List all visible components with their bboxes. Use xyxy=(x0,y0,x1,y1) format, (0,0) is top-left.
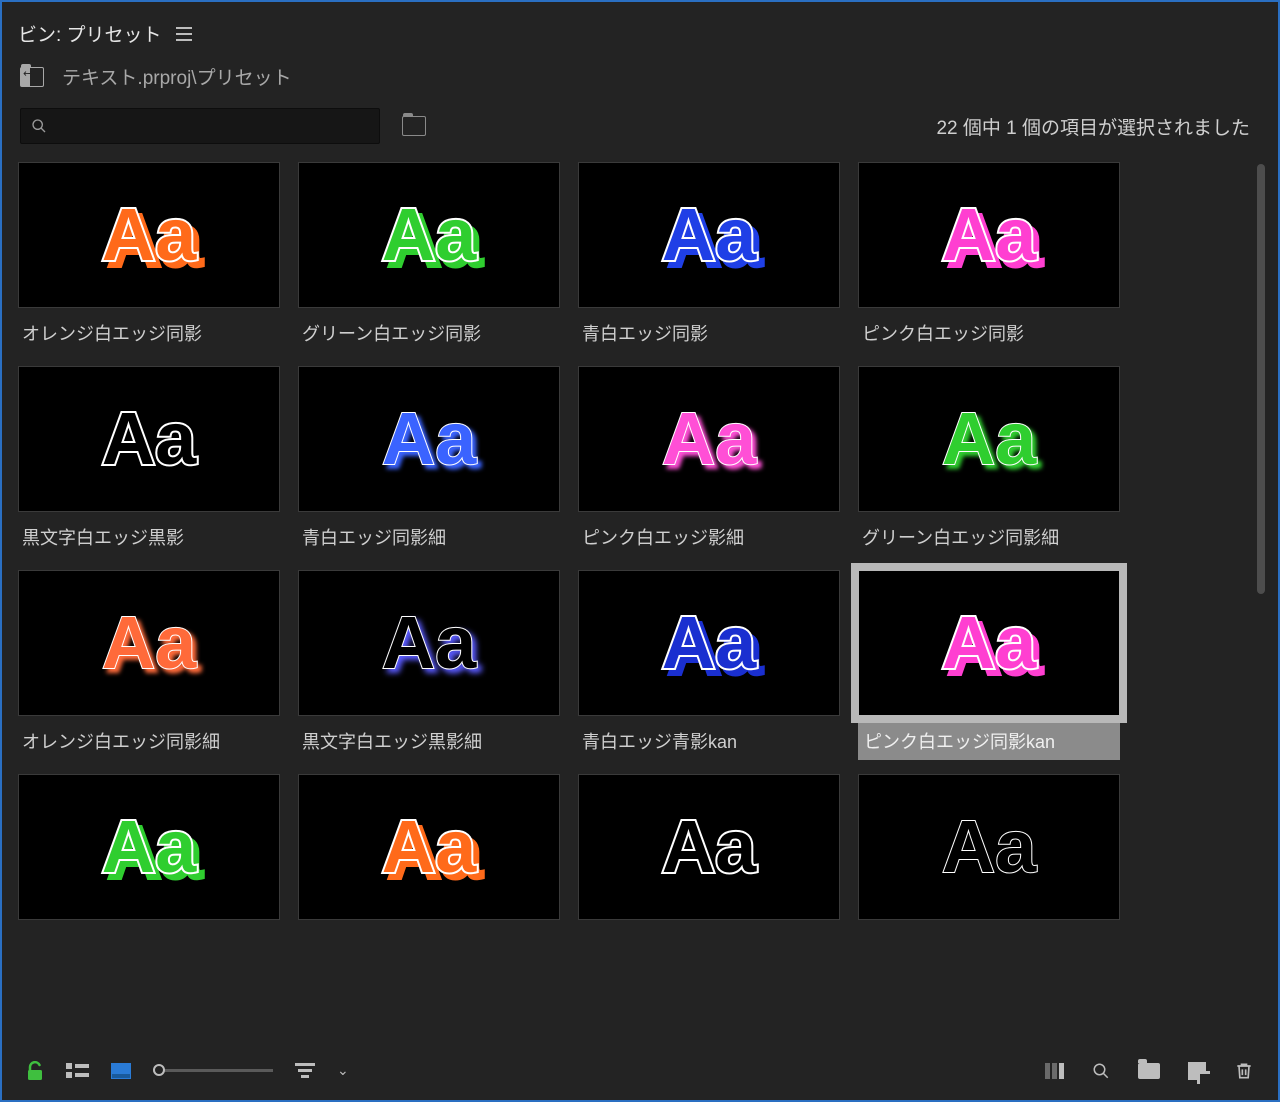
preset-label: 青白エッジ青影kan xyxy=(578,716,840,760)
preset-label: 青白エッジ同影細 xyxy=(298,512,560,556)
preset-preview-text: Aa xyxy=(942,198,1037,272)
preset-item[interactable]: Aa オレンジ白エッジ同影 xyxy=(18,162,280,352)
preset-item[interactable]: Aa ピンク白エッジ同影kan xyxy=(858,570,1120,760)
preset-item[interactable]: Aa xyxy=(298,774,560,938)
preset-item[interactable]: Aa 青白エッジ同影 xyxy=(578,162,840,352)
preset-thumbnail[interactable]: Aa xyxy=(18,570,280,716)
preset-preview-text: Aa xyxy=(382,402,477,476)
preset-thumbnail[interactable]: Aa xyxy=(858,162,1120,308)
preset-preview-text: Aa xyxy=(662,402,757,476)
selection-status: 22 個中 1 個の項目が選択されました xyxy=(936,113,1260,140)
preset-item[interactable]: Aa ピンク白エッジ同影 xyxy=(858,162,1120,352)
preset-item[interactable]: Aa 黒文字白エッジ黒影細 xyxy=(298,570,560,760)
preset-label: グリーン白エッジ同影細 xyxy=(858,512,1120,556)
preset-preview-text: Aa xyxy=(662,198,757,272)
preset-thumbnail[interactable]: Aa xyxy=(578,162,840,308)
preset-thumbnail[interactable]: Aa xyxy=(298,570,560,716)
breadcrumb-row: テキスト.prproj\プリセット xyxy=(6,63,1274,104)
preset-thumbnail[interactable]: Aa xyxy=(858,570,1120,716)
preset-preview-text: Aa xyxy=(382,198,477,272)
preset-label xyxy=(298,920,560,938)
preset-label: ピンク白エッジ同影 xyxy=(858,308,1120,352)
list-view-icon[interactable] xyxy=(66,1063,89,1078)
grid-wrap: Aa オレンジ白エッジ同影 Aa グリーン白エッジ同影 Aa 青白エッジ同影 Aa ピンク白エ… xyxy=(6,158,1274,1040)
trash-icon[interactable] xyxy=(1234,1060,1254,1082)
toolbar-row: 22 個中 1 個の項目が選択されました xyxy=(6,104,1274,158)
zoom-track[interactable] xyxy=(153,1069,273,1072)
panel-title: ビン: プリセット xyxy=(18,20,162,47)
preset-preview-text: Aa xyxy=(102,810,197,884)
preset-thumbnail[interactable]: Aa xyxy=(298,366,560,512)
preset-item[interactable]: Aa 青白エッジ青影kan xyxy=(578,570,840,760)
preset-label: ピンク白エッジ影細 xyxy=(578,512,840,556)
panel-menu-icon[interactable] xyxy=(176,27,192,41)
preset-label xyxy=(578,920,840,938)
preset-thumbnail[interactable]: Aa xyxy=(578,774,840,920)
preset-preview-text: Aa xyxy=(102,198,197,272)
preset-label: オレンジ白エッジ同影細 xyxy=(18,716,280,760)
new-folder-icon[interactable] xyxy=(1138,1063,1160,1079)
icon-view-icon[interactable] xyxy=(111,1063,131,1079)
preset-item[interactable]: Aa xyxy=(578,774,840,938)
preset-item[interactable]: Aa グリーン白エッジ同影 xyxy=(298,162,560,352)
parent-bin-icon[interactable] xyxy=(20,67,44,87)
new-bin-icon[interactable] xyxy=(402,116,426,136)
preset-thumbnail[interactable]: Aa xyxy=(18,366,280,512)
preset-label: 青白エッジ同影 xyxy=(578,308,840,352)
freeform-view-icon[interactable] xyxy=(1045,1063,1064,1079)
preset-item[interactable]: Aa グリーン白エッジ同影細 xyxy=(858,366,1120,556)
preset-preview-text: Aa xyxy=(942,402,1037,476)
preset-preview-text: Aa xyxy=(942,606,1037,680)
preset-item[interactable]: Aa 青白エッジ同影細 xyxy=(298,366,560,556)
zoom-knob[interactable] xyxy=(153,1064,165,1076)
preset-thumbnail[interactable]: Aa xyxy=(298,162,560,308)
lock-icon[interactable] xyxy=(26,1061,44,1081)
preset-thumbnail[interactable]: Aa xyxy=(18,774,280,920)
search-input[interactable] xyxy=(55,118,369,135)
new-item-icon[interactable] xyxy=(1188,1062,1206,1080)
preset-item[interactable]: Aa xyxy=(18,774,280,938)
scrollbar[interactable] xyxy=(1256,162,1266,691)
preset-item[interactable]: Aa 黒文字白エッジ黒影 xyxy=(18,366,280,556)
preset-thumbnail[interactable]: Aa xyxy=(858,774,1120,920)
preset-preview-text: Aa xyxy=(662,606,757,680)
search-icon xyxy=(31,118,47,134)
bin-panel: ビン: プリセット テキスト.prproj\プリセット 22 個中 1 個の項目… xyxy=(2,2,1278,1100)
preset-preview-text: Aa xyxy=(382,606,477,680)
preset-label xyxy=(18,920,280,938)
preset-label: ピンク白エッジ同影kan xyxy=(858,716,1120,760)
preset-thumbnail[interactable]: Aa xyxy=(298,774,560,920)
find-icon[interactable] xyxy=(1092,1062,1110,1080)
zoom-slider[interactable] xyxy=(153,1069,273,1072)
preset-item[interactable]: Aa ピンク白エッジ影細 xyxy=(578,366,840,556)
breadcrumb: テキスト.prproj\プリセット xyxy=(62,63,292,90)
footer-toolbar: ⌄ xyxy=(6,1040,1274,1100)
preset-preview-text: Aa xyxy=(942,810,1037,884)
preset-label xyxy=(858,920,1120,938)
preset-label: 黒文字白エッジ黒影細 xyxy=(298,716,560,760)
preset-label: 黒文字白エッジ黒影 xyxy=(18,512,280,556)
preset-label: グリーン白エッジ同影 xyxy=(298,308,560,352)
panel-header: ビン: プリセット xyxy=(6,6,1274,63)
preset-preview-text: Aa xyxy=(382,810,477,884)
preset-thumbnail[interactable]: Aa xyxy=(858,366,1120,512)
preset-preview-text: Aa xyxy=(662,810,757,884)
sort-icon[interactable] xyxy=(295,1063,315,1078)
preset-item[interactable]: Aa xyxy=(858,774,1120,938)
preset-thumbnail[interactable]: Aa xyxy=(18,162,280,308)
chevron-down-icon[interactable]: ⌄ xyxy=(337,1062,349,1079)
preset-preview-text: Aa xyxy=(102,402,197,476)
search-input-wrap[interactable] xyxy=(20,108,380,144)
preset-thumbnail[interactable]: Aa xyxy=(578,570,840,716)
preset-grid: Aa オレンジ白エッジ同影 Aa グリーン白エッジ同影 Aa 青白エッジ同影 Aa ピンク白エ… xyxy=(18,158,1266,1040)
scrollbar-thumb[interactable] xyxy=(1257,164,1265,594)
preset-label: オレンジ白エッジ同影 xyxy=(18,308,280,352)
preset-item[interactable]: Aa オレンジ白エッジ同影細 xyxy=(18,570,280,760)
preset-preview-text: Aa xyxy=(102,606,197,680)
preset-thumbnail[interactable]: Aa xyxy=(578,366,840,512)
